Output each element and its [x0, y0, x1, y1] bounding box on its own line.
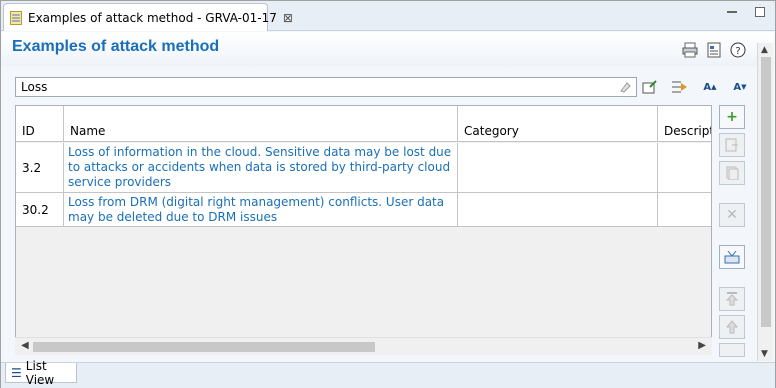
row-description[interactable] [658, 193, 711, 226]
edit-filter-icon[interactable] [641, 78, 659, 96]
header-toolbar: ? [682, 42, 746, 58]
add-row-button[interactable]: + [719, 105, 745, 129]
filter-toolbar: A ▲ A ▼ [641, 78, 749, 96]
move-top-button[interactable] [719, 287, 745, 311]
increase-font-icon[interactable]: A ▲ [701, 78, 719, 96]
help-icon[interactable]: ? [730, 42, 746, 58]
row-name-link[interactable]: Loss from DRM (digital right management)… [64, 193, 458, 226]
scrollbar-thumb[interactable] [33, 342, 375, 352]
table-header: ID Name Category Descriptio [16, 106, 711, 142]
copy-row-button[interactable] [719, 161, 745, 185]
scrollbar-thumb[interactable] [761, 57, 771, 327]
advanced-filter-icon[interactable] [671, 78, 689, 96]
filter-input[interactable]: Loss [15, 77, 637, 97]
vertical-scrollbar[interactable]: ▲ ▼ [757, 43, 773, 361]
filter-value: Loss [21, 80, 48, 94]
eraser-icon[interactable] [618, 80, 632, 94]
row-id: 3.2 [16, 143, 64, 192]
tab-list-view[interactable]: ☰ List View [5, 359, 77, 387]
window-controls [727, 7, 765, 17]
svg-text:?: ? [735, 46, 740, 57]
document-icon [10, 10, 22, 25]
scroll-right-icon[interactable]: ▶ [698, 340, 706, 351]
scroll-left-icon[interactable]: ◀ [21, 340, 29, 351]
delete-icon: ✕ [726, 207, 738, 223]
scroll-up-icon[interactable]: ▲ [761, 45, 768, 55]
row-category[interactable] [458, 143, 658, 192]
decrease-font-label: A [733, 81, 742, 93]
minimize-button[interactable] [727, 11, 737, 14]
move-down-button[interactable] [719, 343, 745, 357]
export-icon[interactable] [706, 42, 722, 58]
import-icon [724, 250, 740, 264]
delete-row-button[interactable]: ✕ [719, 203, 745, 227]
row-id: 30.2 [16, 193, 64, 226]
import-button[interactable] [719, 245, 745, 269]
print-icon[interactable] [682, 42, 698, 58]
scroll-down-icon[interactable]: ▼ [761, 349, 768, 359]
editor-tab-title: Examples of attack method - GRVA-01-17 [28, 10, 277, 25]
decrease-font-icon[interactable]: A ▼ [731, 78, 749, 96]
editor-tab-bar: Examples of attack method - GRVA-01-17 ⊠ [1, 1, 775, 31]
copy-icon [726, 166, 739, 180]
list-icon: ☰ [11, 365, 22, 380]
column-header-name[interactable]: Name [64, 106, 458, 142]
attack-method-table: ID Name Category Descriptio 3.2 Loss of … [15, 105, 712, 355]
bottom-tab-bar: ☰ List View [1, 359, 775, 388]
move-up-button[interactable] [719, 315, 745, 339]
form-header: Examples of attack method ? [2, 32, 774, 66]
insert-row-button[interactable] [719, 133, 745, 157]
table-row[interactable]: 3.2 Loss of information in the cloud. Se… [16, 143, 711, 193]
increase-font-label: A [703, 81, 712, 93]
close-icon[interactable]: ⊠ [283, 11, 293, 25]
row-description[interactable] [658, 143, 711, 192]
row-name-link[interactable]: Loss of information in the cloud. Sensit… [64, 143, 458, 192]
editor-tab[interactable]: Examples of attack method - GRVA-01-17 ⊠ [3, 3, 293, 31]
move-top-icon [726, 292, 738, 306]
column-header-id[interactable]: ID [16, 106, 64, 142]
maximize-button[interactable] [755, 7, 765, 17]
insert-icon [725, 138, 738, 152]
table-row[interactable]: 30.2 Loss from DRM (digital right manage… [16, 193, 711, 227]
tab-list-view-label: List View [25, 358, 55, 387]
row-category[interactable] [458, 193, 658, 226]
column-header-category[interactable]: Category [458, 106, 658, 142]
editor-window: Examples of attack method - GRVA-01-17 ⊠… [0, 0, 776, 388]
horizontal-scrollbar[interactable]: ◀ ▶ [15, 337, 712, 355]
plus-icon: + [726, 109, 738, 125]
move-up-icon [726, 320, 738, 334]
column-header-description[interactable]: Descriptio [658, 106, 711, 142]
page-title: Examples of attack method [12, 38, 220, 55]
